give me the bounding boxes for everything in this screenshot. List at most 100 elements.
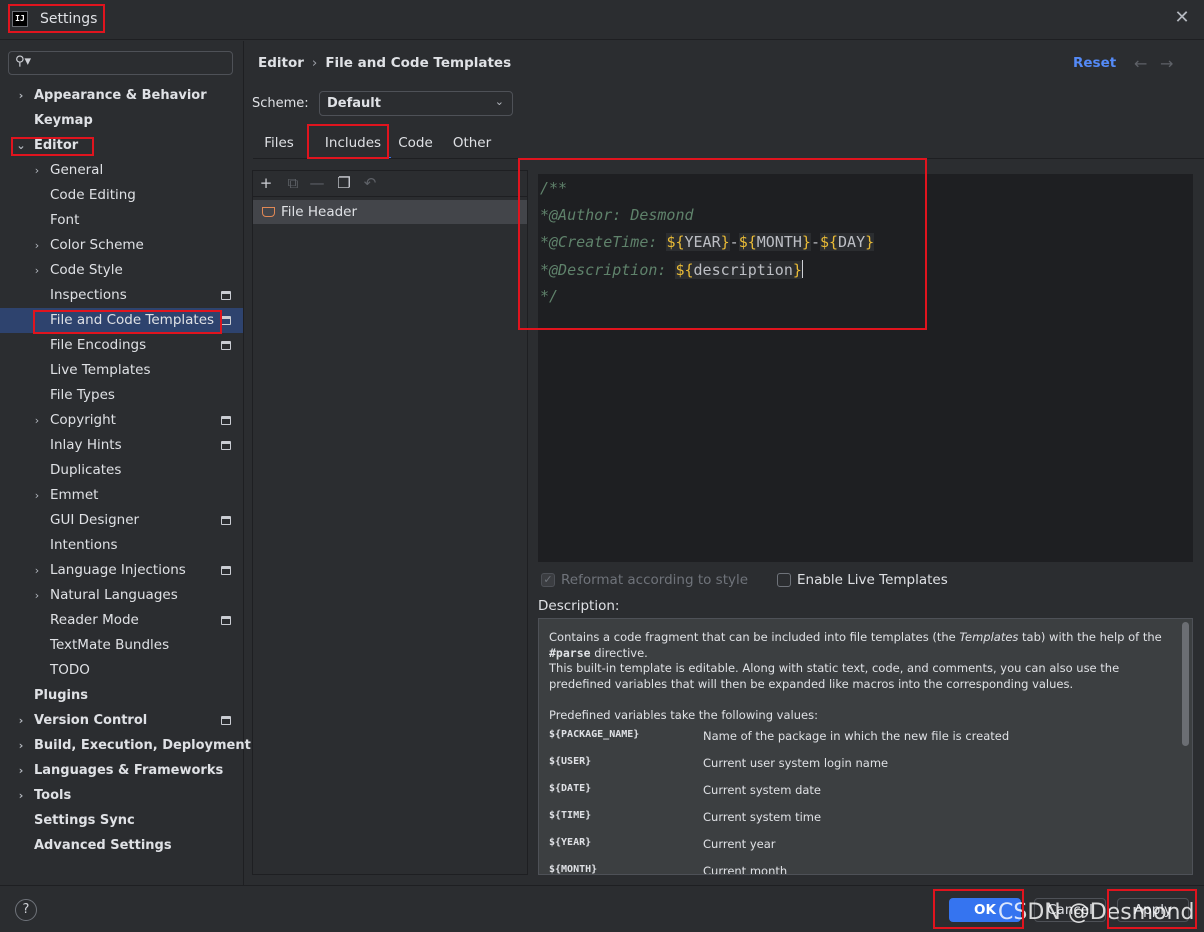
project-level-icon: [221, 566, 231, 575]
variable-name: ${DATE}: [549, 783, 592, 794]
sidebar-item-label: Keymap: [34, 113, 93, 128]
search-input[interactable]: ⚲▾: [8, 51, 233, 75]
sidebar-item[interactable]: TODO: [0, 658, 243, 683]
project-level-icon: [221, 416, 231, 425]
tab-includes[interactable]: Includes: [315, 128, 391, 159]
variable-description: Current system date: [703, 783, 822, 797]
sidebar-item[interactable]: Reader Mode: [0, 608, 243, 633]
window-title: Settings: [40, 11, 98, 27]
sidebar-item-label: Intentions: [50, 537, 118, 553]
project-level-icon: [221, 341, 231, 350]
copy-template-icon[interactable]: ⧉: [284, 174, 302, 192]
sidebar-item[interactable]: Code Editing: [0, 183, 243, 208]
sidebar-item[interactable]: › Tools: [0, 783, 243, 808]
sidebar-item[interactable]: TextMate Bundles: [0, 633, 243, 658]
reformat-checkbox[interactable]: ✓: [541, 573, 555, 587]
chevron-right-icon[interactable]: ›: [15, 733, 27, 758]
code-line-2: *@Author: Desmond: [540, 206, 694, 224]
sidebar-item[interactable]: Font: [0, 208, 243, 233]
title-bar: IJ Settings ✕: [0, 0, 1204, 40]
sidebar-item[interactable]: Duplicates: [0, 458, 243, 483]
sidebar-item[interactable]: › Code Style: [0, 258, 243, 283]
template-code-editor[interactable]: /** *@Author: Desmond *@CreateTime: ${YE…: [538, 174, 1193, 562]
search-icon: ⚲▾: [15, 54, 32, 69]
dialog-footer: ? OK Cancel Apply CSDN @Desmond: [0, 885, 1204, 932]
sidebar-item-label: Emmet: [50, 487, 99, 503]
template-list-panel: + ⧉ — ❐ ↶ File Header: [252, 170, 528, 875]
project-level-icon: [221, 291, 231, 300]
chevron-right-icon[interactable]: ›: [15, 783, 27, 808]
chevron-right-icon[interactable]: ›: [31, 233, 43, 258]
live-templates-label: Enable Live Templates: [797, 572, 948, 588]
list-item-file-header[interactable]: File Header: [253, 200, 527, 224]
reset-icon[interactable]: ↶: [361, 174, 379, 192]
sidebar-item[interactable]: ⌄ Editor: [0, 133, 243, 158]
variable-name: ${MONTH}: [549, 864, 598, 875]
sidebar-item[interactable]: File Types: [0, 383, 243, 408]
live-templates-checkbox[interactable]: [777, 573, 791, 587]
chevron-right-icon[interactable]: ›: [15, 708, 27, 733]
variable-name: ${USER}: [549, 756, 592, 767]
chevron-right-icon[interactable]: ›: [31, 558, 43, 583]
sidebar-item-label: Copyright: [50, 412, 116, 428]
tab-code[interactable]: Code: [393, 128, 438, 159]
breadcrumb-current: File and Code Templates: [325, 55, 512, 71]
sidebar-item[interactable]: Plugins: [0, 683, 243, 708]
tab-files[interactable]: Files: [253, 128, 305, 159]
settings-sidebar: ⚲▾ › Appearance & Behavior Keymap ⌄ Editor › G…: [0, 41, 251, 885]
sidebar-item[interactable]: › Natural Languages: [0, 583, 243, 608]
sidebar-item[interactable]: › Language Injections: [0, 558, 243, 583]
sidebar-item[interactable]: › Languages & Frameworks: [0, 758, 243, 783]
remove-icon[interactable]: —: [308, 174, 326, 192]
variable-description: Name of the package in which the new fil…: [703, 729, 1010, 743]
text-caret: [801, 260, 804, 278]
add-icon[interactable]: +: [257, 174, 275, 192]
chevron-right-icon[interactable]: ›: [31, 483, 43, 508]
project-level-icon: [221, 516, 231, 525]
reformat-label: Reformat according to style: [561, 572, 749, 588]
help-button[interactable]: ?: [15, 899, 37, 921]
forward-arrow-icon[interactable]: →: [1160, 54, 1173, 73]
code-line-4: *@Description: ${description}: [540, 260, 804, 279]
scheme-dropdown[interactable]: Default ⌄: [319, 91, 513, 116]
sidebar-item[interactable]: › Emmet: [0, 483, 243, 508]
chevron-right-icon[interactable]: ›: [31, 158, 43, 183]
sidebar-item[interactable]: Inlay Hints: [0, 433, 243, 458]
chevron-right-icon[interactable]: ›: [31, 583, 43, 608]
chevron-right-icon[interactable]: ›: [31, 408, 43, 433]
sidebar-item[interactable]: › Version Control: [0, 708, 243, 733]
duplicate-icon[interactable]: ❐: [335, 174, 353, 192]
sidebar-item-label: Build, Execution, Deployment: [34, 738, 251, 753]
sidebar-item[interactable]: › Appearance & Behavior: [0, 83, 243, 108]
sidebar-item[interactable]: Live Templates: [0, 358, 243, 383]
sidebar-item[interactable]: Intentions: [0, 533, 243, 558]
chevron-down-icon[interactable]: ⌄: [15, 133, 27, 158]
chevron-right-icon[interactable]: ›: [15, 758, 27, 783]
sidebar-item[interactable]: Keymap: [0, 108, 243, 133]
sidebar-item[interactable]: › Build, Execution, Deployment: [0, 733, 251, 758]
sidebar-item[interactable]: Advanced Settings: [0, 833, 243, 858]
back-arrow-icon[interactable]: ←: [1134, 54, 1147, 73]
sidebar-item-label: Inspections: [50, 287, 127, 303]
sidebar-item[interactable]: Inspections: [0, 283, 243, 308]
close-icon[interactable]: ✕: [1172, 8, 1192, 28]
description-text: Contains a code fragment that can be inc…: [549, 630, 1162, 722]
sidebar-item[interactable]: File and Code Templates: [0, 308, 243, 333]
reset-link[interactable]: Reset: [1073, 55, 1116, 71]
description-scrollbar[interactable]: [1182, 622, 1189, 746]
sidebar-item[interactable]: Settings Sync: [0, 808, 243, 833]
sidebar-item[interactable]: File Encodings: [0, 333, 243, 358]
tab-other[interactable]: Other: [449, 128, 495, 159]
sidebar-item[interactable]: › Copyright: [0, 408, 243, 433]
sidebar-item-label: Live Templates: [50, 362, 151, 378]
project-level-icon: [221, 716, 231, 725]
sidebar-item-label: File Encodings: [50, 337, 147, 353]
chevron-right-icon[interactable]: ›: [15, 83, 27, 108]
sidebar-item[interactable]: › Color Scheme: [0, 233, 243, 258]
sidebar-item-label: Natural Languages: [50, 587, 178, 603]
breadcrumb-parent[interactable]: Editor: [258, 55, 304, 71]
sidebar-item[interactable]: › General: [0, 158, 243, 183]
variable-description: Current user system login name: [703, 756, 889, 770]
chevron-right-icon[interactable]: ›: [31, 258, 43, 283]
sidebar-item[interactable]: GUI Designer: [0, 508, 243, 533]
